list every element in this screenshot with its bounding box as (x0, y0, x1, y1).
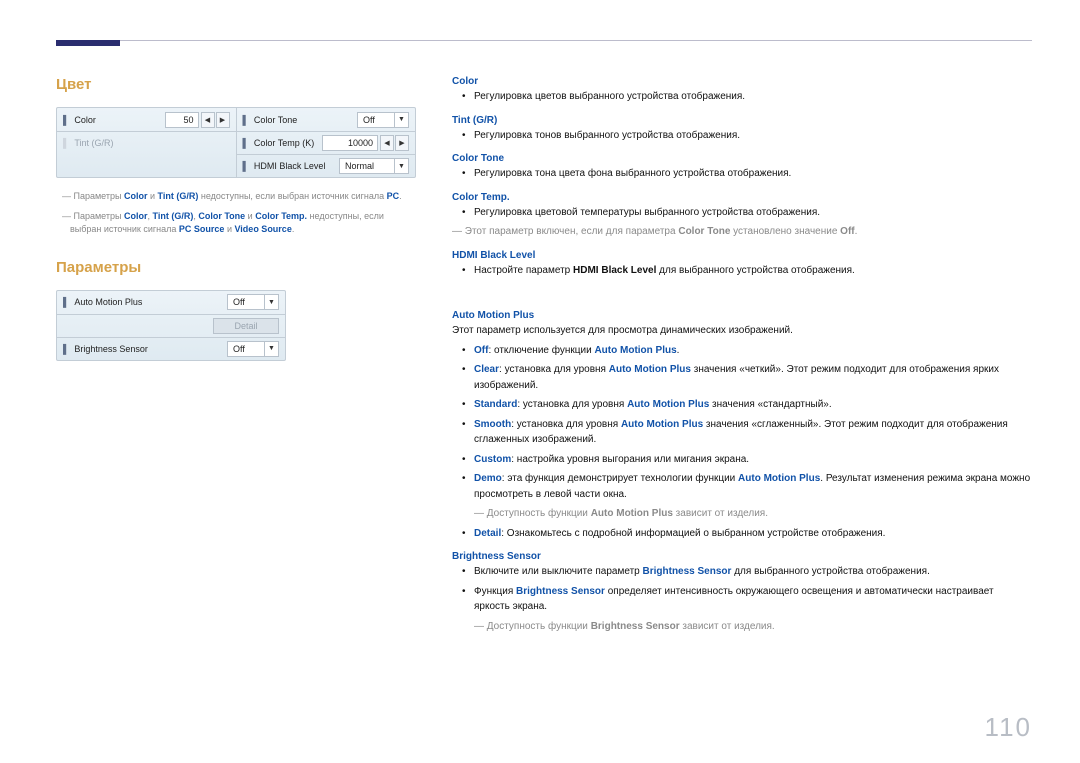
two-column-layout: Цвет ▌ Color 50 ◀ ▶ ▌ Tint (G/R (56, 76, 1032, 638)
setting-row-hdmi: ▌ HDMI Black Level Normal ▼ (237, 154, 416, 177)
heading-colortone: Color Tone (452, 153, 1032, 164)
chevron-down-icon: ▼ (264, 295, 278, 309)
chevron-left-icon[interactable]: ◀ (201, 112, 215, 128)
setting-row-amp: ▌ Auto Motion Plus Off ▼ (57, 291, 285, 314)
note-line-1: ― Параметры Color и Tint (G/R) недоступн… (56, 190, 416, 204)
label-color: Color (74, 115, 162, 125)
value-bs: Off (233, 344, 245, 354)
spinner-color[interactable]: ◀ ▶ (201, 112, 230, 128)
value-colortone: Off (363, 115, 375, 125)
setting-row-colortone: ▌ Color Tone Off ▼ (237, 108, 416, 131)
row-marker-icon: ▌ (63, 138, 69, 148)
heading-color: Color (452, 76, 1032, 87)
section-title-params: Параметры (56, 259, 416, 276)
note-colortemp: ― Этот параметр включен, если для параме… (452, 224, 1032, 240)
setting-row-bs: ▌ Brightness Sensor Off ▼ (57, 337, 285, 360)
left-column: Цвет ▌ Color 50 ◀ ▶ ▌ Tint (G/R (56, 76, 416, 638)
panel-color-settings: ▌ Color 50 ◀ ▶ ▌ Tint (G/R) (56, 107, 416, 178)
list-item-amp-clear: Clear: установка для уровня Auto Motion … (452, 362, 1032, 393)
heading-bs: Brightness Sensor (452, 551, 1032, 562)
heading-tint: Tint (G/R) (452, 115, 1032, 126)
label-colortemp: Color Temp (K) (254, 138, 320, 148)
dropdown-amp[interactable]: Off ▼ (227, 294, 279, 310)
label-colortone: Color Tone (254, 115, 355, 125)
note-bs: ― Доступность функции Brightness Sensor … (452, 619, 1032, 635)
value-colortemp[interactable]: 10000 (322, 135, 378, 151)
notes-color: ― Параметры Color и Tint (G/R) недоступн… (56, 190, 416, 237)
text-colortemp-desc: Регулировка цветовой температуры выбранн… (452, 205, 1032, 221)
row-marker-icon: ▌ (243, 138, 249, 148)
label-amp: Auto Motion Plus (74, 297, 225, 307)
spinner-colortemp[interactable]: ◀ ▶ (380, 135, 409, 151)
text-hdmi-desc: Настройте параметр HDMI Black Level для … (452, 263, 1032, 279)
chevron-down-icon: ▼ (394, 113, 408, 127)
text-amp-intro: Этот параметр используется для просмотра… (452, 323, 1032, 339)
heading-colortemp: Color Temp. (452, 192, 1032, 203)
chevron-down-icon: ▼ (394, 159, 408, 173)
chevron-right-icon[interactable]: ▶ (395, 135, 409, 151)
list-item-amp-custom: Custom: настройка уровня выгорания или м… (452, 452, 1032, 468)
detail-button: Detail (213, 318, 279, 334)
page-number: 110 (985, 712, 1032, 743)
row-marker-icon: ▌ (63, 344, 69, 354)
label-bs: Brightness Sensor (74, 344, 225, 354)
text-tint-desc: Регулировка тонов выбранного устройства … (452, 128, 1032, 144)
list-item-amp-off: Off: отключение функции Auto Motion Plus… (452, 343, 1032, 359)
setting-row-detail: Detail (57, 314, 285, 337)
row-marker-icon: ▌ (63, 297, 69, 307)
value-hdmi: Normal (345, 161, 374, 171)
list-item-amp-standard: Standard: установка для уровня Auto Moti… (452, 397, 1032, 413)
note-amp: ― Доступность функции Auto Motion Plus з… (452, 506, 1032, 522)
list-item-amp-demo: Demo: эта функция демонстрирует технолог… (452, 471, 1032, 502)
dropdown-bs[interactable]: Off ▼ (227, 341, 279, 357)
text-colortone-desc: Регулировка тона цвета фона выбранного у… (452, 166, 1032, 182)
row-marker-icon: ▌ (243, 161, 249, 171)
right-column: Color Регулировка цветов выбранного устр… (452, 76, 1032, 638)
row-marker-icon: ▌ (63, 115, 69, 125)
value-amp: Off (233, 297, 245, 307)
list-item-amp-smooth: Smooth: установка для уровня Auto Motion… (452, 417, 1032, 448)
page-header-rule (56, 40, 1032, 42)
setting-row-tint: ▌ Tint (G/R) (57, 131, 236, 154)
setting-row-color: ▌ Color 50 ◀ ▶ (57, 108, 236, 131)
dropdown-hdmi[interactable]: Normal ▼ (339, 158, 409, 174)
row-marker-icon: ▌ (243, 115, 249, 125)
label-tint: Tint (G/R) (74, 138, 229, 148)
dropdown-colortone[interactable]: Off ▼ (357, 112, 409, 128)
panel-params-settings: ▌ Auto Motion Plus Off ▼ Detail ▌ Bright… (56, 290, 286, 361)
value-color[interactable]: 50 (165, 112, 199, 128)
chevron-down-icon: ▼ (264, 342, 278, 356)
chevron-left-icon[interactable]: ◀ (380, 135, 394, 151)
setting-row-colortemp: ▌ Color Temp (K) 10000 ◀ ▶ (237, 131, 416, 154)
heading-hdmi: HDMI Black Level (452, 250, 1032, 261)
chevron-right-icon[interactable]: ▶ (216, 112, 230, 128)
text-bs-2: Функция Brightness Sensor определяет инт… (452, 584, 1032, 615)
section-title-color: Цвет (56, 76, 416, 93)
list-item-amp-detail: Detail: Ознакомьтесь с подробной информа… (452, 526, 1032, 542)
label-hdmi: HDMI Black Level (254, 161, 337, 171)
text-bs-1: Включите или выключите параметр Brightne… (452, 564, 1032, 580)
heading-amp: Auto Motion Plus (452, 310, 1032, 321)
text-color-desc: Регулировка цветов выбранного устройства… (452, 89, 1032, 105)
note-line-2: ― Параметры Color, Tint (G/R), Color Ton… (56, 210, 416, 237)
